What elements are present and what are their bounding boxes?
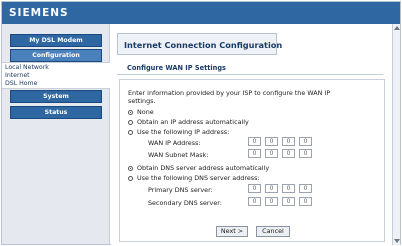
wan-ip-octet-2[interactable]: 0 bbox=[265, 137, 278, 146]
wan-ip-address-label: WAN IP Address: bbox=[148, 139, 201, 147]
siemens-logo: SIEMENS bbox=[9, 7, 69, 19]
subnet-octet-2[interactable]: 0 bbox=[265, 149, 278, 158]
sidebar-item-status[interactable]: Status bbox=[10, 106, 102, 119]
radio-dns-static[interactable] bbox=[128, 175, 133, 181]
secondary-dns-octet-1[interactable]: 0 bbox=[248, 197, 261, 206]
radio-none-label: None bbox=[137, 108, 154, 116]
sidebar-item-my-dsl-modem[interactable]: My DSL Modem bbox=[10, 34, 102, 47]
radio-static-ip[interactable] bbox=[128, 129, 133, 135]
radio-obtain-ip-auto-label: Obtain an IP address automatically bbox=[137, 118, 249, 126]
radio-row-dns-auto[interactable]: Obtain DNS server address automatically bbox=[128, 164, 269, 172]
radio-static-ip-label: Use the following IP address: bbox=[137, 128, 230, 136]
scroll-down-arrow-icon[interactable] bbox=[394, 239, 400, 243]
subnet-octet-3[interactable]: 0 bbox=[282, 149, 295, 158]
sidebar: My DSL Modem Configuration Local Network… bbox=[2, 24, 110, 244]
radio-dns-auto[interactable] bbox=[128, 165, 133, 171]
scroll-up-arrow-icon[interactable] bbox=[394, 26, 400, 30]
header-bar: SIEMENS bbox=[2, 2, 400, 24]
sidebar-item-system[interactable]: System bbox=[10, 90, 102, 103]
main-content: Internet Connection Configuration Config… bbox=[111, 24, 392, 246]
section-title: Configure WAN IP Settings bbox=[127, 64, 226, 72]
vertical-scrollbar[interactable] bbox=[392, 24, 400, 245]
primary-dns-octet-2[interactable]: 0 bbox=[265, 184, 278, 193]
primary-dns-label: Primary DNS server: bbox=[148, 186, 213, 194]
primary-dns-octet-4[interactable]: 0 bbox=[299, 184, 312, 193]
page-title: Internet Connection Configuration bbox=[124, 40, 283, 50]
wan-subnet-mask-label: WAN Subnet Mask: bbox=[148, 151, 209, 159]
primary-dns-octet-1[interactable]: 0 bbox=[248, 184, 261, 193]
radio-dns-static-label: Use the following DNS server address: bbox=[137, 174, 260, 182]
section-divider bbox=[117, 74, 383, 75]
secondary-dns-octet-4[interactable]: 0 bbox=[299, 197, 312, 206]
next-button[interactable]: Next > bbox=[216, 226, 248, 237]
subnet-octet-4[interactable]: 0 bbox=[299, 149, 312, 158]
secondary-dns-label: Secondary DNS server: bbox=[148, 199, 222, 207]
subitem-dsl-home[interactable]: DSL Home bbox=[5, 80, 37, 88]
secondary-dns-octet-3[interactable]: 0 bbox=[282, 197, 295, 206]
cancel-button[interactable]: Cancel bbox=[256, 226, 290, 237]
configuration-submenu: Local Network Internet DSL Home bbox=[2, 62, 110, 89]
subnet-octet-1[interactable]: 0 bbox=[248, 149, 261, 158]
wan-ip-octet-3[interactable]: 0 bbox=[282, 137, 295, 146]
subitem-internet[interactable]: Internet bbox=[5, 72, 30, 80]
sidebar-item-configuration[interactable]: Configuration bbox=[10, 49, 102, 62]
subitem-local-network[interactable]: Local Network bbox=[5, 64, 49, 72]
wan-ip-octet-1[interactable]: 0 bbox=[248, 137, 261, 146]
radio-none[interactable] bbox=[128, 109, 133, 115]
radio-row-none[interactable]: None bbox=[128, 108, 154, 116]
radio-row-dns-static[interactable]: Use the following DNS server address: bbox=[128, 174, 260, 182]
browser-frame: SIEMENS My DSL Modem Configuration Local… bbox=[1, 1, 401, 246]
primary-dns-octet-3[interactable]: 0 bbox=[282, 184, 295, 193]
intro-text: Enter information provided by your ISP t… bbox=[128, 89, 331, 105]
secondary-dns-octet-2[interactable]: 0 bbox=[265, 197, 278, 206]
radio-row-static-ip[interactable]: Use the following IP address: bbox=[128, 128, 229, 136]
radio-row-obtain-ip[interactable]: Obtain an IP address automatically bbox=[128, 118, 249, 126]
page-title-box: Internet Connection Configuration bbox=[117, 33, 282, 55]
radio-obtain-ip-auto[interactable] bbox=[128, 119, 133, 125]
wan-ip-settings-panel: Enter information provided by your ISP t… bbox=[119, 79, 385, 242]
wan-ip-octet-4[interactable]: 0 bbox=[299, 137, 312, 146]
radio-dns-auto-label: Obtain DNS server address automatically bbox=[137, 164, 270, 172]
